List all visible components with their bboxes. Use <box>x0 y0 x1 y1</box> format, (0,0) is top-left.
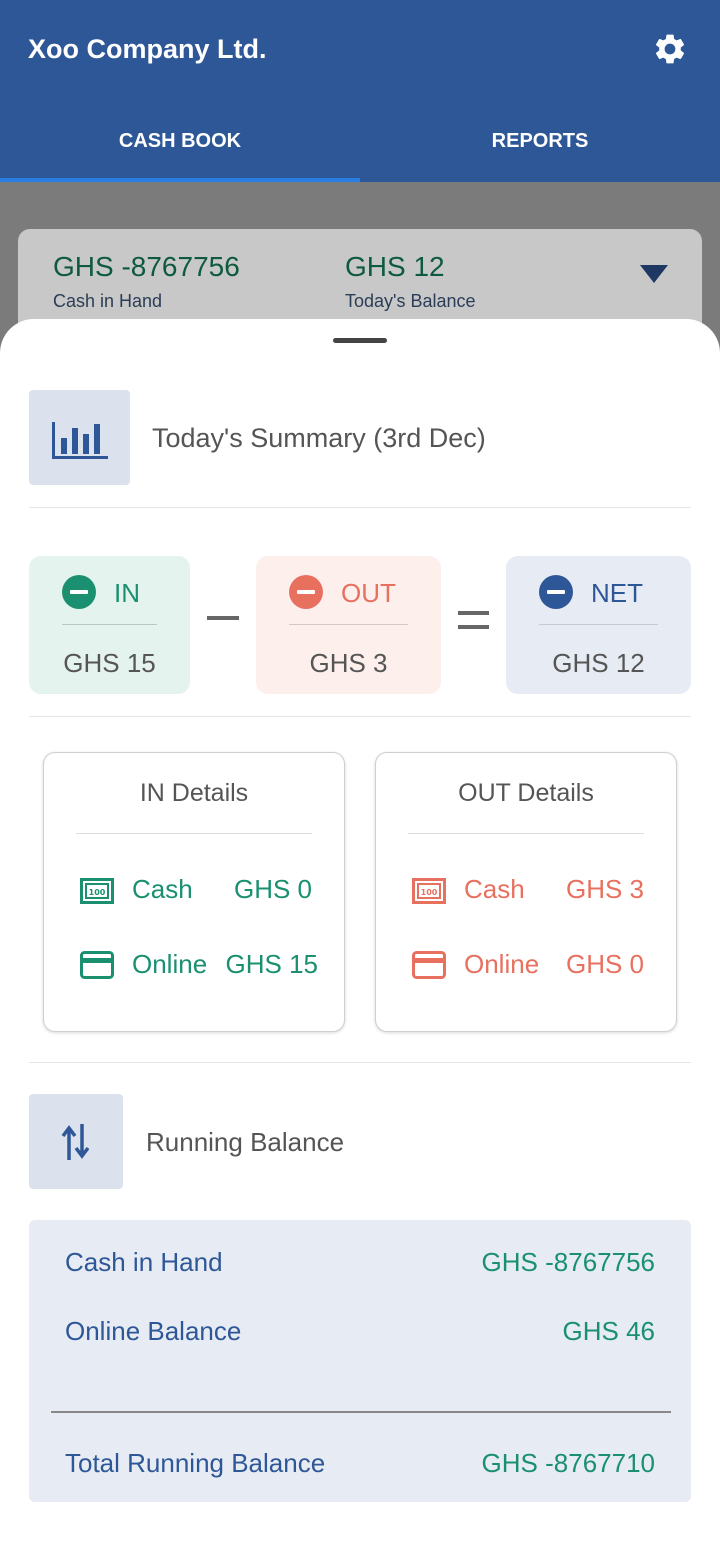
in-details-card[interactable]: IN Details 100 Cash GHS 0 Online GHS 15 <box>43 752 345 1032</box>
minus-circle-icon <box>539 575 573 609</box>
cash-note-icon: 100 <box>412 878 446 904</box>
out-label: OUT <box>341 578 396 608</box>
minus-circle-icon <box>62 575 96 609</box>
expand-arrow-icon[interactable] <box>640 265 668 283</box>
divider <box>29 1062 691 1063</box>
credit-card-icon <box>80 951 114 979</box>
tab-bar: CASH BOOK REPORTS <box>0 100 720 182</box>
running-balance-title: Running Balance <box>146 1127 345 1157</box>
out-details-card[interactable]: OUT Details 100 Cash GHS 3 Online GHS 0 <box>375 752 677 1032</box>
in-cash-amount: GHS 0 <box>233 874 312 904</box>
rb-total-value: GHS -8767710 <box>481 1448 655 1478</box>
swap-vertical-icon <box>29 1094 123 1189</box>
app-bar: Xoo Company Ltd. CASH BOOK REPORTS <box>0 0 720 182</box>
tab-indicator <box>0 178 360 182</box>
drag-handle[interactable] <box>333 338 387 343</box>
rb-total-label: Total Running Balance <box>65 1448 326 1478</box>
equals-operator-bottom <box>458 625 489 629</box>
out-summary-card: OUT GHS 3 <box>256 556 441 694</box>
out-online-amount: GHS 0 <box>565 949 644 979</box>
divider <box>76 833 312 834</box>
equals-operator-top <box>458 611 489 615</box>
divider <box>29 716 691 717</box>
net-label: NET <box>591 578 643 608</box>
in-details-title: IN Details <box>139 779 249 807</box>
svg-text:100: 100 <box>421 888 438 897</box>
summary-bottom-sheet: Today's Summary (3rd Dec) IN GHS 15 OUT … <box>0 319 720 1555</box>
out-online-label: Online <box>464 949 540 979</box>
divider <box>62 624 157 625</box>
divider <box>29 507 691 508</box>
summary-title: Today's Summary (3rd Dec) <box>152 423 486 453</box>
tab-cash-book[interactable]: CASH BOOK <box>0 100 360 182</box>
divider <box>289 624 408 625</box>
credit-card-icon <box>412 951 446 979</box>
divider <box>51 1411 671 1413</box>
in-online-label: Online <box>132 949 208 979</box>
today-balance-amount: GHS 12 <box>345 251 445 282</box>
cash-note-icon: 100 <box>80 878 114 904</box>
running-balance-card: Cash in Hand GHS -8767756 Online Balance… <box>29 1220 691 1502</box>
today-balance-label: Today's Balance <box>345 291 476 311</box>
rb-online-balance-value: GHS 46 <box>562 1316 656 1346</box>
svg-text:100: 100 <box>89 888 106 897</box>
in-cash-label: Cash <box>132 874 193 904</box>
rb-cash-in-hand-value: GHS -8767756 <box>481 1247 655 1277</box>
in-label: IN <box>114 578 140 608</box>
minus-circle-icon <box>289 575 323 609</box>
cash-in-hand-label: Cash in Hand <box>53 291 163 311</box>
net-summary-card: NET GHS 12 <box>506 556 691 694</box>
in-summary-card: IN GHS 15 <box>29 556 190 694</box>
rb-cash-in-hand-label: Cash in Hand <box>65 1247 223 1277</box>
app-title: Xoo Company Ltd. <box>28 34 267 64</box>
screen: GHS -8767756 Cash in Hand GHS 12 Today's… <box>0 0 720 1555</box>
cash-in-hand-amount: GHS -8767756 <box>53 251 240 282</box>
gear-icon[interactable] <box>652 31 688 67</box>
divider <box>408 833 644 834</box>
out-amount: GHS 3 <box>309 648 388 678</box>
tab-reports[interactable]: REPORTS <box>360 100 720 182</box>
in-amount: GHS 15 <box>63 648 156 678</box>
in-online-amount: GHS 15 <box>225 949 319 979</box>
out-cash-amount: GHS 3 <box>565 874 644 904</box>
out-details-title: OUT Details <box>458 779 594 807</box>
divider <box>539 624 658 625</box>
net-amount: GHS 12 <box>552 648 645 678</box>
out-cash-label: Cash <box>464 874 525 904</box>
rb-online-balance-label: Online Balance <box>65 1316 242 1346</box>
bar-chart-icon <box>29 390 130 485</box>
minus-operator <box>207 616 239 620</box>
